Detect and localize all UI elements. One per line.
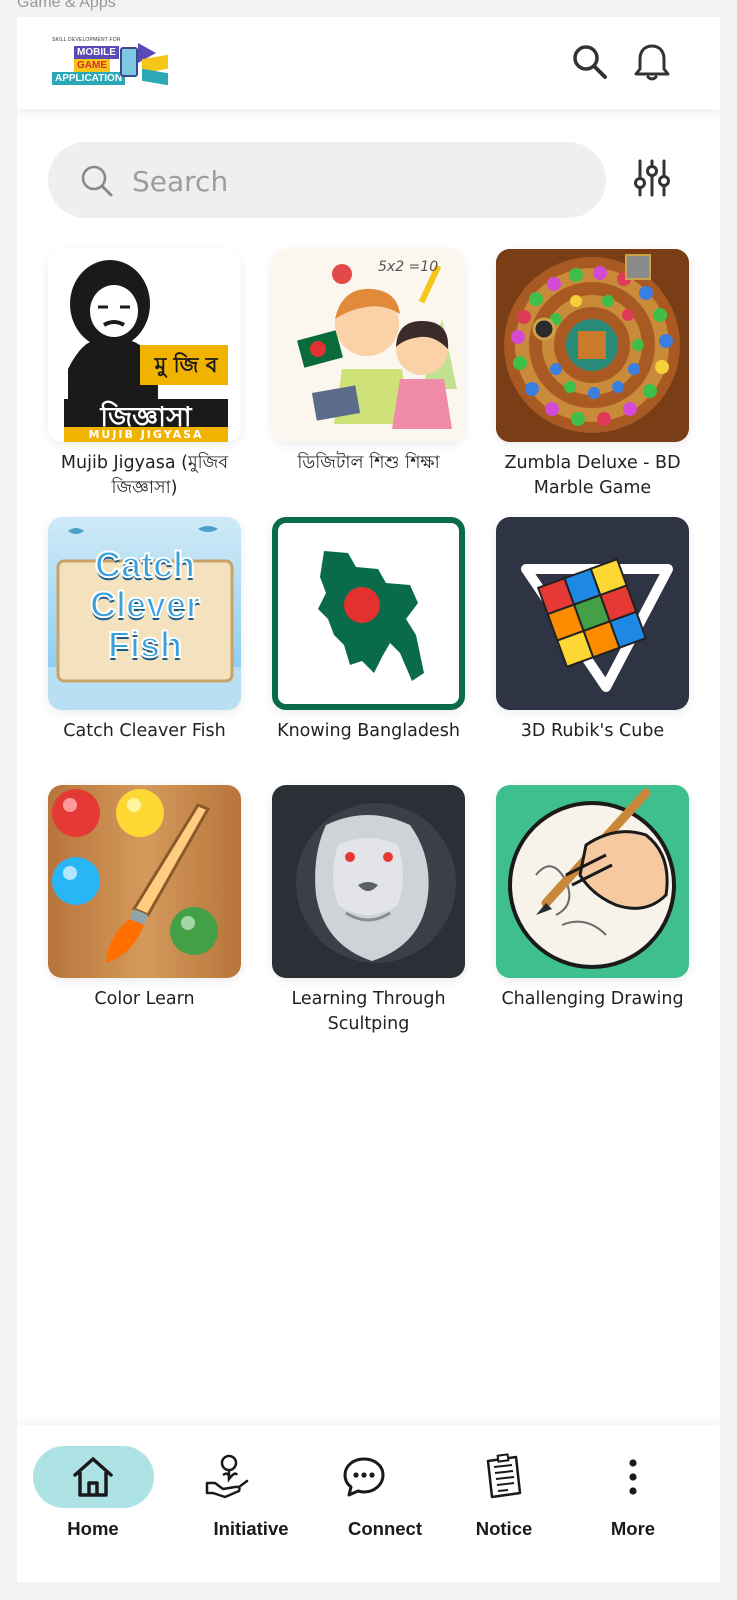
app-thumbnail: Catch Clever Fish xyxy=(48,517,241,710)
lion-sculpture-image xyxy=(296,803,456,963)
nav-item-home[interactable]: Home xyxy=(17,1425,168,1582)
app-label: Knowing Bangladesh xyxy=(277,721,460,741)
app-label: Mujib Jigyasa (মুজিব জিজ্ঞাসা) xyxy=(60,453,229,498)
nav-label-home: Home xyxy=(67,1518,119,1539)
more-icon xyxy=(629,1459,637,1495)
app-thumbnail xyxy=(496,785,689,978)
app-thumbnail xyxy=(272,517,465,710)
nav-item-initiative[interactable]: Initiative xyxy=(168,1425,298,1582)
app-thumbnail xyxy=(496,249,689,442)
logo-tagline: SKILL DEVELOPMENT FOR xyxy=(52,37,121,43)
app-tile-knowing-bangladesh[interactable]: Knowing Bangladesh xyxy=(272,517,465,744)
bell-icon xyxy=(634,44,670,81)
search-icon xyxy=(573,45,607,79)
logo-flag-shape xyxy=(142,68,168,86)
app-label: Zumbla Deluxe - BD Marble Game xyxy=(504,453,681,498)
phone-icon xyxy=(120,47,138,77)
marble-game-image xyxy=(496,249,689,442)
home-icon xyxy=(73,1457,113,1497)
app-tile-3d-rubiks-cube[interactable]: 3D Rubik's Cube xyxy=(496,517,689,744)
art-title-bn: মু জি ব xyxy=(154,353,218,377)
app-tile-challenging-drawing[interactable]: Challenging Drawing xyxy=(496,785,689,1012)
rubiks-cube-image xyxy=(521,557,673,692)
art-sub-en: MUJIB JIGYASA xyxy=(88,428,204,441)
app-tile-digital-shishu-shiksha[interactable]: 5x2 =10 ডিজিটাল শিশু শিক্ষা xyxy=(272,249,465,476)
logo-word-mobile: MOBILE xyxy=(74,46,119,59)
app-tile-mujib-jigyasa[interactable]: মু জি ব জিজ্ঞাসা MUJIB JIGYASA Mujib Jig… xyxy=(48,249,241,501)
search-input[interactable] xyxy=(130,160,574,202)
art-game-title: Catch Clever Fish xyxy=(89,544,201,666)
search-icon xyxy=(81,165,113,197)
app-thumbnail: 5x2 =10 xyxy=(272,249,465,442)
app-thumbnail xyxy=(272,785,465,978)
nav-label-more: More xyxy=(610,1518,656,1539)
logo-word-application: APPLICATION xyxy=(52,72,126,85)
nav-label-initiative: Initiative xyxy=(213,1518,289,1539)
app-label: Catch Cleaver Fish xyxy=(63,721,226,741)
window-title: Game & Apps xyxy=(17,0,116,11)
drawing-hand-image xyxy=(508,788,676,969)
app-label: 3D Rubik's Cube xyxy=(520,721,665,741)
app-tile-learning-through-sculpting[interactable]: Learning Through Scultping xyxy=(272,785,465,1037)
bottom-navigation: Home Initiative Connect Notice More xyxy=(17,1425,720,1582)
nav-item-connect[interactable]: Connect xyxy=(298,1425,428,1582)
notice-icon xyxy=(486,1453,522,1499)
header-search-button[interactable] xyxy=(569,41,611,83)
nav-item-more[interactable]: More xyxy=(578,1425,720,1582)
chat-icon xyxy=(343,1457,385,1497)
app-label: Learning Through Scultping xyxy=(291,989,446,1034)
sliders-icon xyxy=(634,159,670,197)
logo-word-game: GAME xyxy=(74,59,110,72)
nav-label-connect: Connect xyxy=(348,1518,422,1539)
filter-button[interactable] xyxy=(631,157,673,199)
kids-learning-image xyxy=(297,264,457,429)
nav-item-notice[interactable]: Notice xyxy=(428,1425,578,1582)
app-label: Challenging Drawing xyxy=(501,989,684,1009)
app-label: ডিজিটাল শিশু শিক্ষা xyxy=(297,453,440,473)
art-math-text: 5x2 =10 xyxy=(378,259,439,275)
app-thumbnail xyxy=(48,785,241,978)
nav-label-notice: Notice xyxy=(475,1518,533,1539)
notifications-button[interactable] xyxy=(631,41,673,83)
initiative-icon xyxy=(205,1454,249,1499)
app-tile-zumbla-deluxe[interactable]: Zumbla Deluxe - BD Marble Game xyxy=(496,249,689,501)
app-tile-color-learn[interactable]: Color Learn xyxy=(48,785,241,1012)
app-label: Color Learn xyxy=(94,989,195,1009)
bangladesh-map-image xyxy=(318,551,424,681)
app-screen: SKILL DEVELOPMENT FOR MOBILE GAME APPLIC… xyxy=(17,17,720,1582)
app-header: SKILL DEVELOPMENT FOR MOBILE GAME APPLIC… xyxy=(17,17,720,109)
paint-brush-image xyxy=(52,789,218,963)
app-thumbnail: মু জি ব জিজ্ঞাসা MUJIB JIGYASA xyxy=(48,249,241,442)
search-bar[interactable] xyxy=(48,142,606,218)
app-thumbnail xyxy=(496,517,689,710)
app-logo[interactable]: SKILL DEVELOPMENT FOR MOBILE GAME APPLIC… xyxy=(50,37,170,93)
app-tile-catch-cleaver-fish[interactable]: Catch Clever Fish Catch Cleaver Fish xyxy=(48,517,241,744)
